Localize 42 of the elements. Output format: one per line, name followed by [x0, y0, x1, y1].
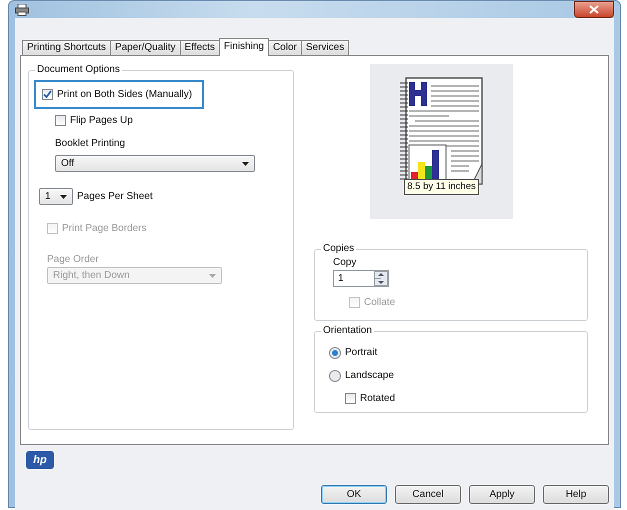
dialog-button[interactable]: OK	[321, 485, 387, 504]
radio-label: Landscape	[345, 369, 394, 383]
tab[interactable]: Effects	[180, 40, 220, 55]
printer-icon	[15, 4, 29, 16]
tab[interactable]: Printing Shortcuts	[22, 40, 111, 55]
checkbox-label: Rotated	[360, 392, 396, 406]
tab[interactable]: Color	[268, 40, 302, 55]
group-title: Copies	[322, 243, 356, 255]
checkbox-label: Print on Both Sides (Manually)	[57, 88, 192, 102]
tab[interactable]: Services	[300, 40, 350, 55]
dropdown: Right, then Down	[47, 267, 222, 284]
checkbox-label: Flip Pages Up	[70, 114, 133, 128]
group-title: Document Options	[36, 64, 121, 76]
checkbox-label: Collate	[364, 296, 396, 310]
dropdown[interactable]: 1	[39, 188, 73, 205]
field-label: Pages Per Sheet	[77, 190, 153, 204]
dialog-button[interactable]: Cancel	[395, 485, 461, 504]
field-label: Booklet Printing	[54, 137, 126, 151]
dialog-button[interactable]: Help	[543, 485, 609, 504]
radio-button[interactable]	[329, 346, 341, 358]
paper-size-label: 8.5 by 11 inches	[404, 179, 479, 196]
dropdown[interactable]: Off	[55, 155, 255, 172]
close-button[interactable]	[574, 1, 614, 18]
close-icon	[589, 5, 599, 14]
checkbox[interactable]	[345, 393, 356, 404]
dialog-button[interactable]: Apply	[469, 485, 535, 504]
tab[interactable]: Paper/Quality	[110, 40, 181, 55]
caret-icon	[242, 162, 249, 166]
radio-button[interactable]	[329, 370, 341, 382]
tab[interactable]: Finishing	[218, 38, 269, 56]
caret-icon	[209, 274, 216, 278]
group-title: Orientation	[322, 325, 373, 337]
field-label: Copy	[333, 256, 358, 270]
field-label: Page Order	[46, 253, 100, 267]
spinner-arrows-icon[interactable]	[374, 271, 388, 286]
checkbox-label: Print Page Borders	[62, 222, 146, 236]
hp-logo: hp	[26, 451, 54, 469]
checkbox[interactable]	[55, 115, 66, 126]
caret-icon	[60, 194, 67, 198]
radio-label: Portrait	[345, 346, 378, 360]
checkbox[interactable]	[42, 89, 53, 100]
copies-spinner[interactable]: 1	[333, 270, 389, 287]
